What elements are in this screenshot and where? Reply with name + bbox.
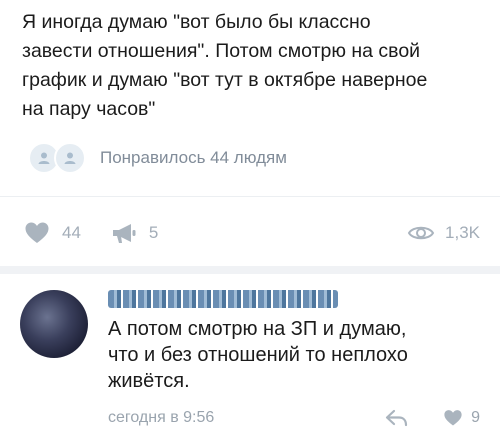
heart-icon bbox=[444, 410, 462, 426]
likers-label[interactable]: Понравилось 44 людям bbox=[100, 148, 287, 168]
user-icon bbox=[38, 152, 50, 164]
divider bbox=[0, 196, 500, 197]
megaphone-icon bbox=[112, 224, 136, 243]
heart-icon bbox=[25, 222, 49, 243]
share-count: 5 bbox=[148, 223, 159, 242]
likers-row[interactable]: Понравилось 44 людям bbox=[28, 141, 287, 175]
comment-avatar[interactable] bbox=[20, 290, 88, 358]
eye-icon bbox=[407, 226, 435, 240]
comment-time: сегодня в 9:56 bbox=[108, 409, 215, 426]
comment-like-count: 9 bbox=[471, 409, 480, 426]
comment-meta: сегодня в 9:56 9 bbox=[108, 406, 480, 430]
like-count: 44 bbox=[62, 223, 81, 242]
comment-like-button[interactable]: 9 bbox=[443, 409, 480, 427]
post-text: Я иногда думаю "вот было бы классно заве… bbox=[22, 11, 428, 120]
views-count: 1,3K bbox=[445, 223, 480, 242]
section-divider bbox=[0, 266, 500, 274]
reply-icon bbox=[385, 409, 408, 427]
user-icon bbox=[64, 152, 76, 164]
comment-text: А потом смотрю на ЗП и думаю, что и без … bbox=[108, 318, 408, 392]
views-counter: 1,3K bbox=[407, 223, 480, 243]
liker-avatar bbox=[54, 142, 86, 174]
post-actions: 44 5 1,3K bbox=[24, 218, 480, 248]
reply-button[interactable] bbox=[385, 409, 409, 427]
like-button[interactable]: 44 bbox=[24, 221, 81, 245]
share-button[interactable]: 5 bbox=[111, 221, 158, 245]
comment-author-redacted[interactable] bbox=[108, 290, 338, 308]
